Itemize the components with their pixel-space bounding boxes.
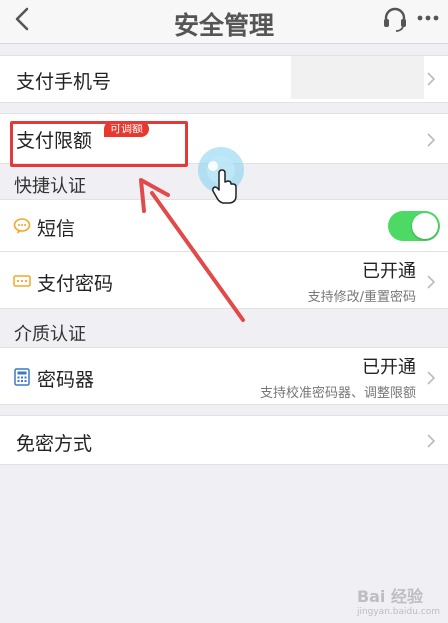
token-label: 密码器 [37, 369, 95, 391]
no-pin-method-row[interactable]: 免密方式 [0, 415, 448, 465]
watermark: Bai 经验 jingyan.baidu.com [357, 583, 440, 617]
pay-password-hint: 支持修改/重置密码 [307, 290, 416, 305]
chat-bubble-icon [13, 218, 31, 234]
headset-icon[interactable] [381, 5, 409, 33]
chevron-right-icon [427, 371, 436, 385]
highlight-box [10, 121, 188, 167]
token-status: 已开通 [362, 357, 416, 378]
sms-toggle[interactable] [388, 211, 440, 241]
watermark-brand: Bai 经验 [356, 587, 423, 606]
pay-password-status: 已开通 [362, 261, 416, 282]
navigation-bar: 安全管理 [0, 0, 448, 44]
chevron-right-icon [427, 434, 436, 448]
pay-password-label: 支付密码 [37, 273, 114, 295]
chevron-right-icon [427, 133, 436, 147]
section-quick-auth: 快捷认证 [14, 176, 86, 197]
chevron-right-icon [427, 275, 436, 289]
sms-row: 短信 [0, 199, 448, 251]
pay-password-row[interactable]: 支付密码 已开通 支持修改/重置密码 [0, 251, 448, 309]
calculator-icon [14, 368, 30, 386]
redacted-phone-area [291, 56, 424, 99]
more-dots-icon[interactable] [414, 8, 442, 28]
chevron-right-icon [427, 72, 436, 86]
toggle-knob [412, 213, 438, 239]
password-field-icon [13, 275, 31, 287]
pay-phone-label: 支付手机号 [16, 71, 112, 93]
sms-label: 短信 [37, 218, 76, 240]
section-medium-auth: 介质认证 [14, 324, 86, 345]
token-hint: 支持校准密码器、调整限额 [259, 386, 416, 401]
watermark-url: jingyan.baidu.com [356, 607, 440, 617]
no-pin-method-label: 免密方式 [16, 433, 93, 455]
token-row[interactable]: 密码器 已开通 支持校准密码器、调整限额 [0, 347, 448, 405]
